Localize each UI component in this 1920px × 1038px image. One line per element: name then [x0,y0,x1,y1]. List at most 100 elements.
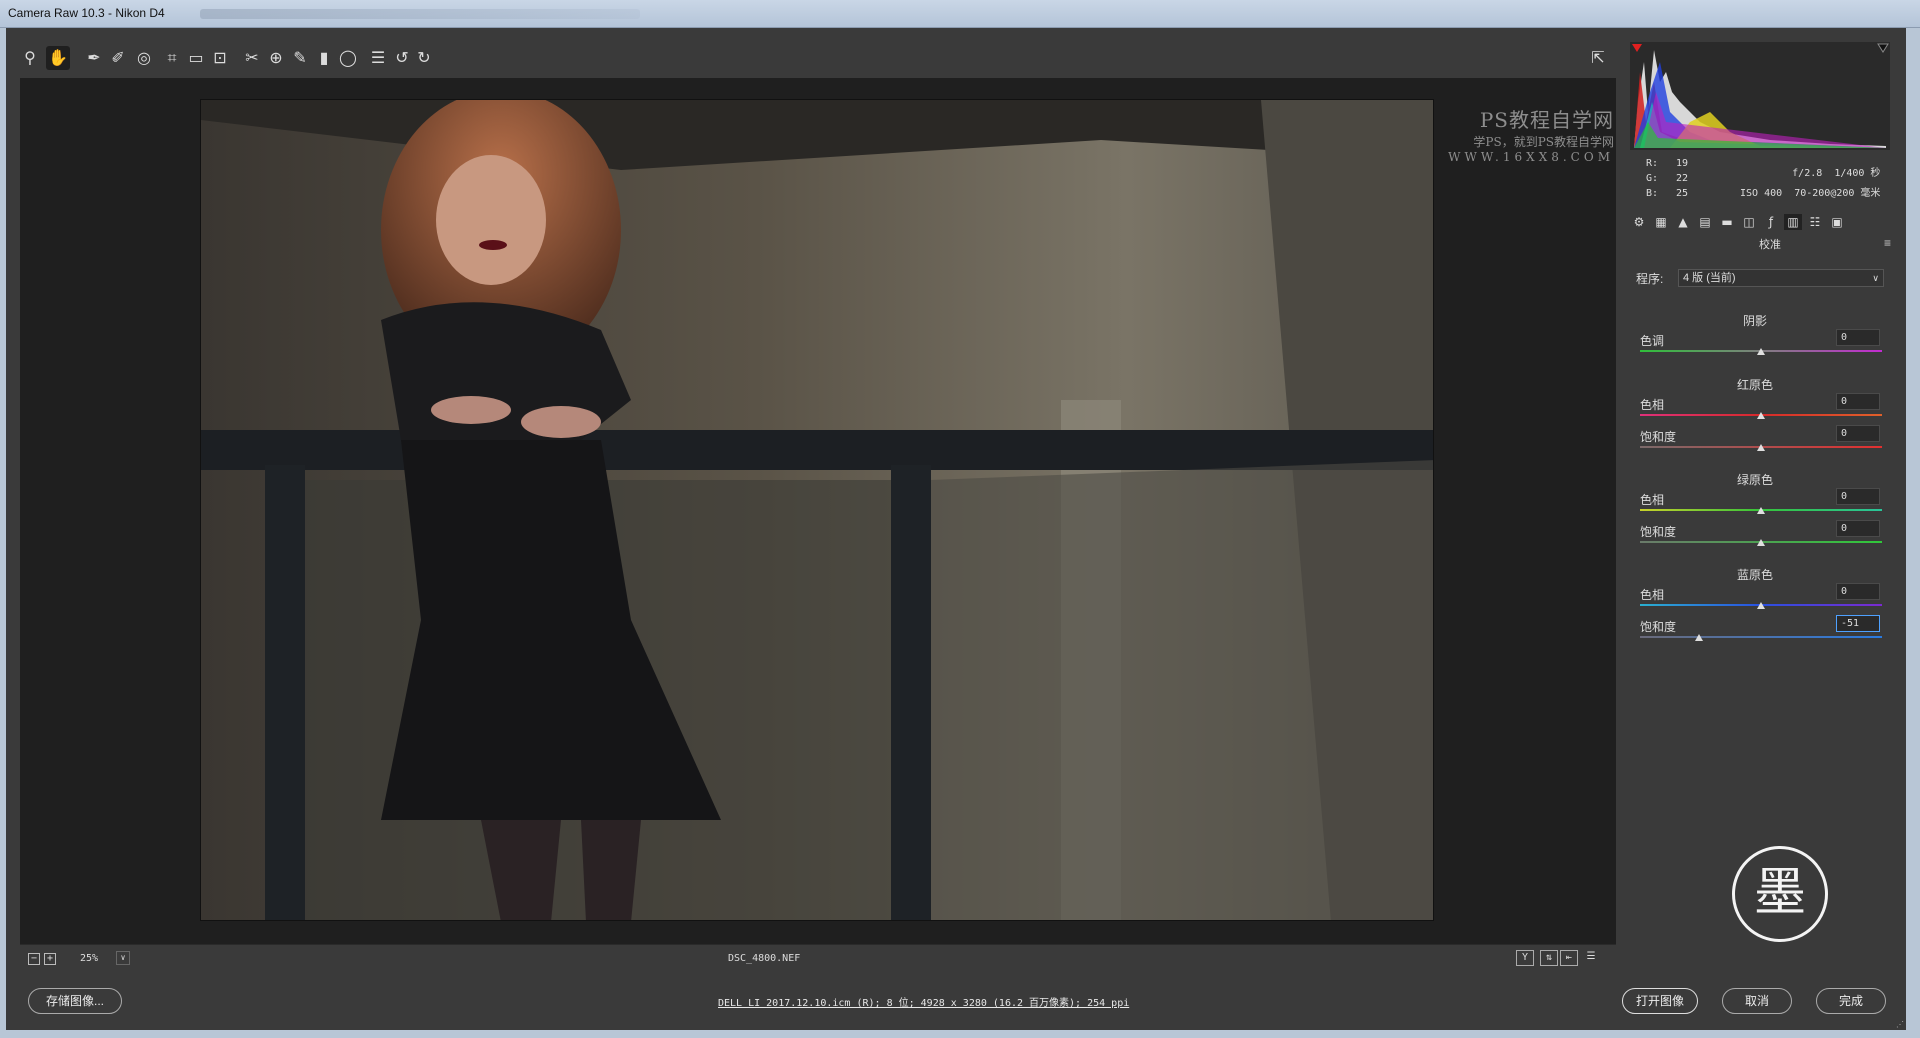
g-label: G: [1646,173,1659,184]
detail-tab-icon[interactable]: ▲ [1674,214,1692,230]
before-after-view-button[interactable]: Y [1516,950,1534,966]
slider-label: 色相 [1640,493,1665,507]
white-balance-tool[interactable]: ✒ [82,46,106,70]
resize-grip-icon[interactable]: ⋰ [1896,1020,1904,1029]
open-image-button[interactable]: 打开图像 [1622,988,1698,1014]
lens-corrections-tab-icon[interactable]: ◫ [1740,214,1758,230]
aperture: f/2.8 [1792,168,1823,179]
title-bar-blur [200,9,640,19]
b-value: 25 [1676,188,1689,199]
slider-thumb[interactable] [1757,602,1765,609]
slider-thumb[interactable] [1757,412,1765,419]
window-edge-bottom [0,1030,1920,1038]
slider-row: 色相 0 [1640,393,1884,428]
b-label: B: [1646,188,1659,199]
red-eye-tool[interactable]: ⊕ [264,46,288,70]
hand-tool[interactable]: ✋ [46,46,70,70]
done-button[interactable]: 完成 [1816,988,1886,1014]
slider-value-input[interactable]: 0 [1836,488,1880,505]
photo-preview[interactable] [200,99,1434,921]
seal-char: 墨 [1753,863,1806,923]
split-toning-tab-icon[interactable]: ▬ [1718,214,1736,230]
process-version-value: 4 版 (当前) [1683,272,1736,284]
snapshots-tab-icon[interactable]: ▣ [1828,214,1846,230]
radial-filter-tool[interactable]: ◯ [336,46,360,70]
cancel-button[interactable]: 取消 [1722,988,1792,1014]
slider-thumb[interactable] [1757,348,1765,355]
swap-settings-button[interactable]: ⇅ [1540,950,1558,966]
zoom-out-button[interactable]: − [28,953,40,965]
effects-tab-icon[interactable]: ƒ [1762,214,1780,230]
highlight-clip-warning-icon [1877,43,1889,53]
photo-image [201,100,1433,920]
seal-logo: 墨 [1732,846,1828,942]
histogram [1630,42,1890,150]
r-label: R: [1646,158,1659,169]
slider-value-input[interactable]: 0 [1836,393,1880,410]
fullscreen-toggle-icon[interactable]: ⇱ [1586,46,1610,70]
slider-row: 饱和度 -51 [1640,615,1884,650]
section-title: 蓝原色 [1736,568,1773,582]
slider-label: 色调 [1640,334,1665,348]
file-name: DSC_4800.NEF [728,953,801,964]
hsl-tab-icon[interactable]: ▤ [1696,214,1714,230]
section-title: 红原色 [1736,378,1773,392]
slider-row: 色相 0 [1640,488,1884,523]
slider-value-input[interactable]: 0 [1836,520,1880,537]
color-sampler-tool[interactable]: ✐ [106,46,130,70]
copy-settings-button[interactable]: ⇤ [1560,950,1578,966]
process-version-select[interactable]: 4 版 (当前) ∨ [1678,269,1884,287]
slider-row: 饱和度 0 [1640,425,1884,460]
spot-removal-tool[interactable]: ✂ [240,46,264,70]
zoom-dropdown[interactable]: ∨ [116,951,130,965]
watermark: PS教程自学网 学PS，就到PS教程自学网 WWW.16XX8.COM [1434,104,1614,164]
r-value: 19 [1676,158,1689,169]
slider-label: 饱和度 [1640,525,1677,539]
slider-thumb[interactable] [1757,539,1765,546]
histogram-graph [1632,43,1889,148]
window-edge-left [0,28,6,1038]
slider-track[interactable] [1640,636,1882,638]
slider-value-input[interactable]: -51 [1836,615,1880,632]
slider-value-input[interactable]: 0 [1836,583,1880,600]
calibration-tab-icon[interactable]: ▥ [1784,214,1802,230]
iso: ISO 400 [1740,188,1783,199]
slider-row: 色调 0 [1640,329,1884,364]
slider-row: 饱和度 0 [1640,520,1884,555]
rotate-left-tool[interactable]: ↺ [390,46,414,70]
preferences-tool[interactable]: ☰ [366,46,390,70]
watermark-line-1: PS教程自学网 [1479,108,1614,132]
straighten-tool[interactable]: ▭ [184,46,208,70]
presets-tab-icon[interactable]: ☷ [1806,214,1824,230]
targeted-adjustment-tool[interactable]: ◎ [132,46,156,70]
panel-tabs: ⚙ ▦ ▲ ▤ ▬ ◫ ƒ ▥ ☷ ▣ [1626,212,1898,232]
window-edge-right [1906,28,1920,1038]
tone-curve-tab-icon[interactable]: ▦ [1652,214,1670,230]
chevron-down-icon: ∨ [1872,273,1879,283]
basic-tab-icon[interactable]: ⚙ [1630,214,1648,230]
slider-thumb[interactable] [1757,444,1765,451]
window-title: Camera Raw 10.3 - Nikon D4 [8,6,165,20]
slider-value-input[interactable]: 0 [1836,329,1880,346]
crop-tool[interactable]: ⌗ [160,46,184,70]
graduated-filter-tool[interactable]: ▮ [312,46,336,70]
workflow-options-link[interactable]: DELL LI 2017.12.10.icm (R); 8 位; 4928 x … [718,994,1129,1009]
save-image-button[interactable]: 存储图像... [28,988,122,1014]
adjustment-brush-tool[interactable]: ✎ [288,46,312,70]
lens: 70-200@200 毫米 [1794,188,1881,199]
toggle-settings-icon[interactable]: ☰ [1582,950,1600,966]
zoom-in-button[interactable]: + [44,953,56,965]
rotate-right-tool[interactable]: ↻ [412,46,436,70]
slider-value-input[interactable]: 0 [1836,425,1880,442]
panel-menu-icon[interactable]: ≡ [1884,236,1891,250]
zoom-tool[interactable]: ⚲ [18,46,42,70]
exif-info: f/2.8 1/400 秒 ISO 400 70-200@200 毫米 [1740,164,1880,204]
g-value: 22 [1676,173,1689,184]
title-bar: Camera Raw 10.3 - Nikon D4 [0,0,1920,28]
transform-tool[interactable]: ⊡ [208,46,232,70]
slider-row: 色相 0 [1640,583,1884,618]
shadow-clip-warning-icon [1632,44,1642,52]
slider-thumb[interactable] [1695,634,1704,641]
slider-thumb[interactable] [1757,507,1765,514]
status-bar: − + 25% ∨ DSC_4800.NEF Y ⇅ ⇤ ☰ [20,944,1616,972]
